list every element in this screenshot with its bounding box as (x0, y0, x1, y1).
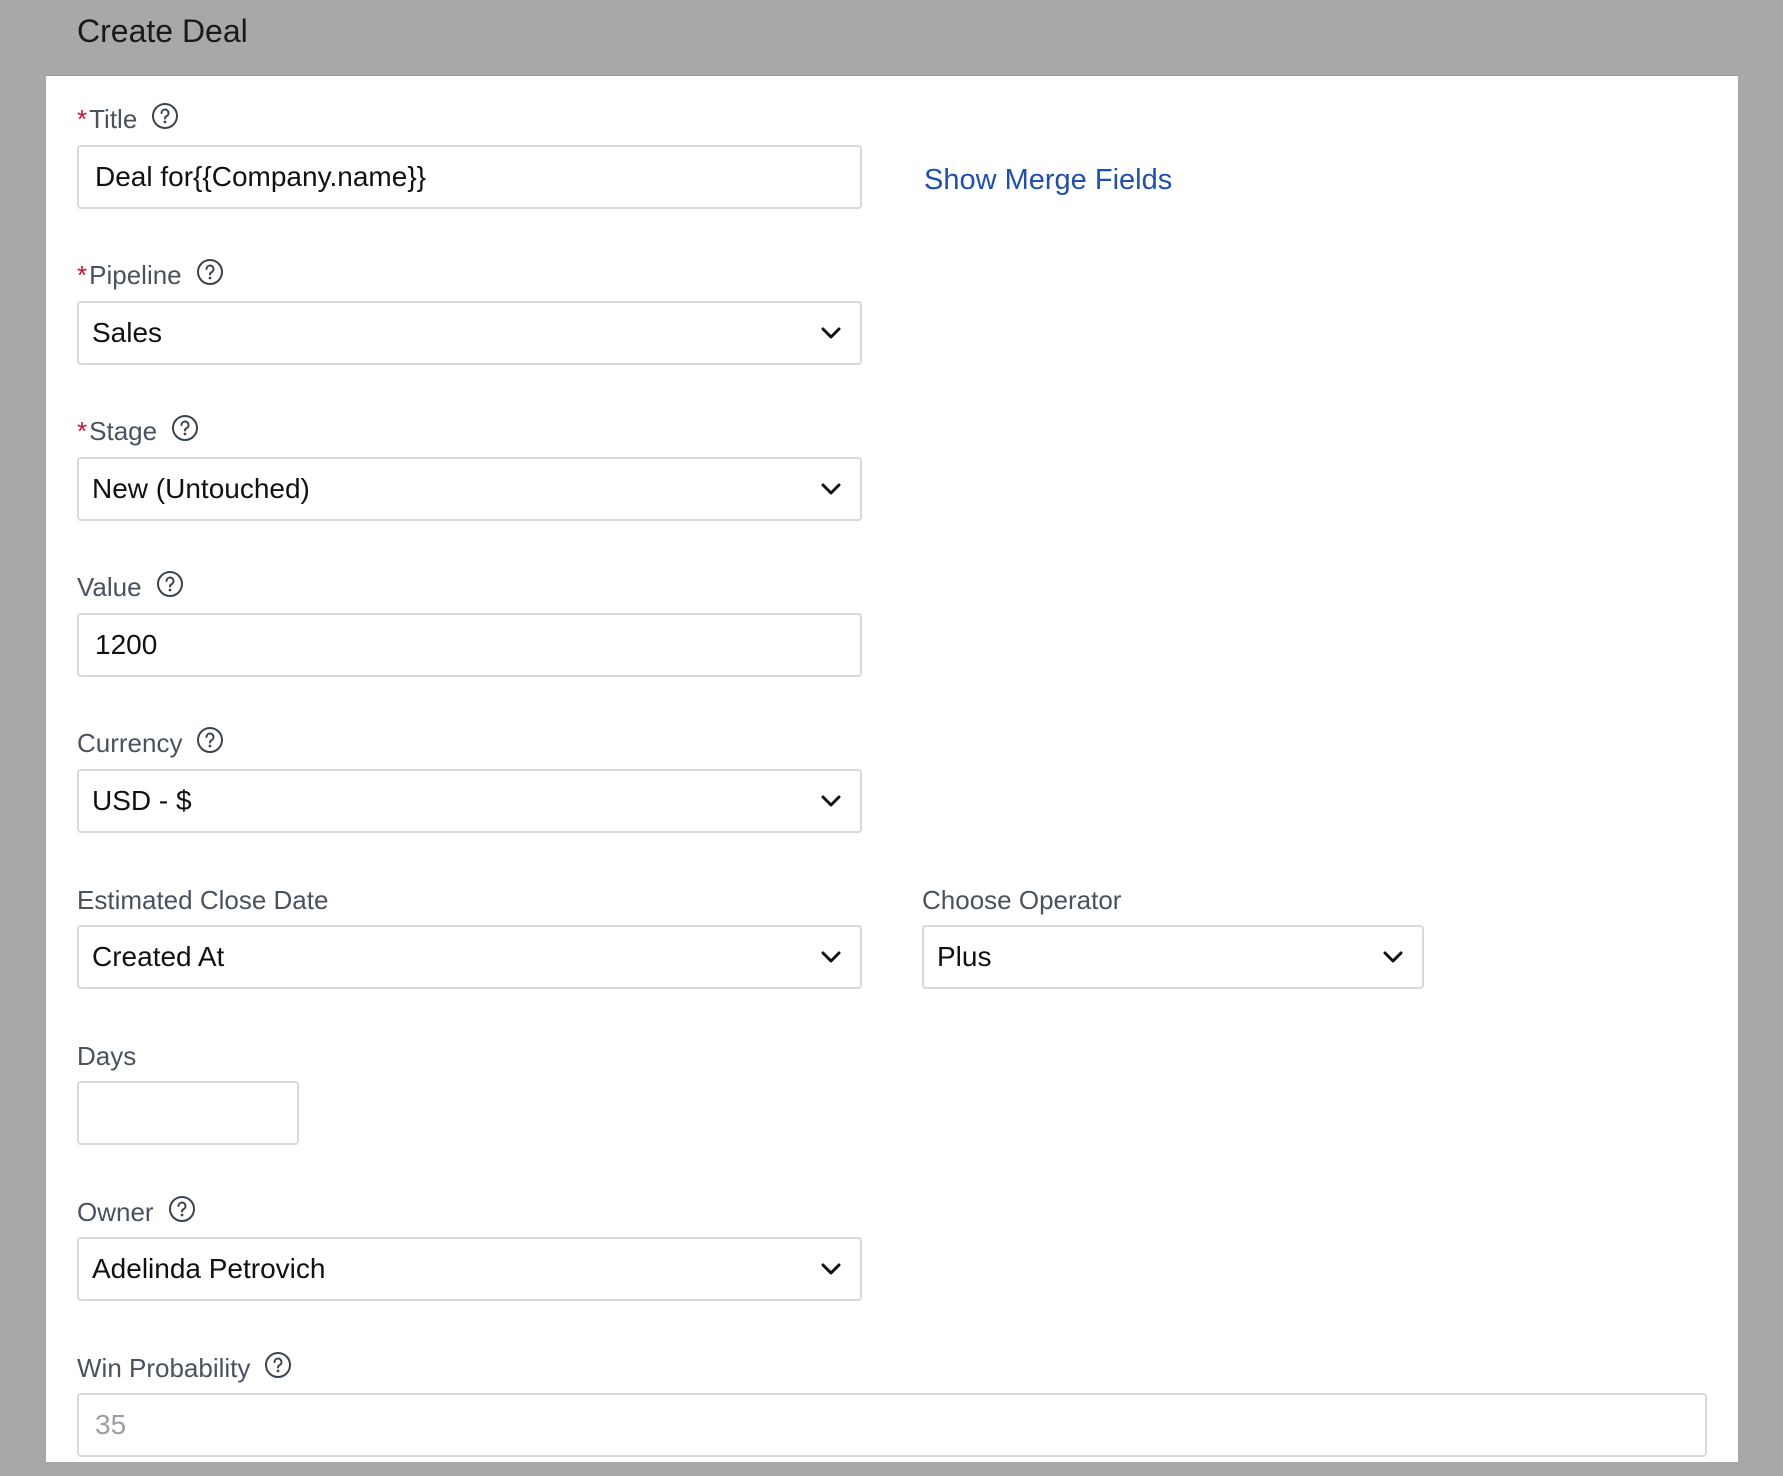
question-circle-icon[interactable] (168, 1195, 196, 1223)
stage-label: * Stage (77, 414, 199, 446)
currency-label-text: Currency (77, 728, 183, 758)
title-input[interactable]: Deal for{{Company.name}} (77, 145, 862, 209)
stage-select[interactable]: New (Untouched) (77, 457, 862, 521)
currency-select-value: USD - $ (92, 785, 192, 816)
win-probability-label: Win Probability (77, 1351, 292, 1383)
modal-header: Create Deal (46, 0, 1738, 76)
modal-title: Create Deal (77, 13, 248, 49)
operator-label: Choose Operator (922, 885, 1121, 915)
close-date-label: Estimated Close Date (77, 885, 328, 915)
question-circle-icon[interactable] (156, 570, 184, 598)
chevron-down-icon (821, 1263, 841, 1275)
close-date-label-text: Estimated Close Date (77, 885, 329, 915)
currency-select[interactable]: USD - $ (77, 769, 862, 833)
chevron-down-icon (821, 951, 841, 963)
required-mark: * (77, 104, 88, 134)
chevron-down-icon (821, 327, 841, 339)
pipeline-select[interactable]: Sales (77, 301, 862, 365)
owner-select-value: Adelinda Petrovich (92, 1253, 326, 1284)
operator-select-value: Plus (937, 941, 992, 972)
days-label-text: Days (77, 1041, 137, 1071)
show-merge-fields-link[interactable]: Show Merge Fields (924, 163, 1172, 197)
owner-select[interactable]: Adelinda Petrovich (77, 1237, 862, 1301)
question-circle-icon[interactable] (196, 726, 224, 754)
value-label-text: Value (77, 572, 142, 602)
win-probability-input-value: 35 (95, 1409, 127, 1440)
chevron-down-icon (821, 795, 841, 807)
required-mark: * (77, 416, 88, 446)
value-input[interactable]: 1200 (77, 613, 862, 677)
currency-label: Currency (77, 726, 224, 758)
owner-label-text: Owner (77, 1197, 154, 1227)
value-label: Value (77, 570, 184, 602)
modal-bottom-edge (46, 1462, 1738, 1476)
close-date-select-value: Created At (92, 941, 225, 972)
create-deal-modal: Create Deal * Title Deal for{{Company.na… (46, 0, 1738, 1476)
question-circle-icon[interactable] (196, 258, 224, 286)
close-date-select[interactable]: Created At (77, 925, 862, 989)
chevron-down-icon (821, 483, 841, 495)
title-label-text: Title (89, 104, 138, 134)
win-probability-input[interactable]: 35 (77, 1393, 1707, 1457)
title-label: * Title (77, 102, 179, 134)
operator-label-text: Choose Operator (922, 885, 1122, 915)
question-circle-icon[interactable] (171, 414, 199, 442)
value-input-value: 1200 (95, 629, 158, 660)
question-circle-icon[interactable] (264, 1351, 292, 1379)
question-circle-icon[interactable] (151, 102, 179, 130)
stage-label-text: Stage (89, 416, 158, 446)
pipeline-select-value: Sales (92, 317, 163, 348)
days-label: Days (77, 1041, 136, 1071)
days-input[interactable] (77, 1081, 299, 1145)
chevron-down-icon (1383, 951, 1403, 963)
owner-label: Owner (77, 1195, 196, 1227)
operator-select[interactable]: Plus (922, 925, 1424, 989)
required-mark: * (77, 260, 88, 290)
stage-select-value: New (Untouched) (92, 473, 310, 504)
win-probability-label-text: Win Probability (77, 1353, 251, 1383)
pipeline-label: * Pipeline (77, 258, 224, 290)
title-input-value: Deal for{{Company.name}} (95, 161, 427, 192)
pipeline-label-text: Pipeline (89, 260, 182, 290)
